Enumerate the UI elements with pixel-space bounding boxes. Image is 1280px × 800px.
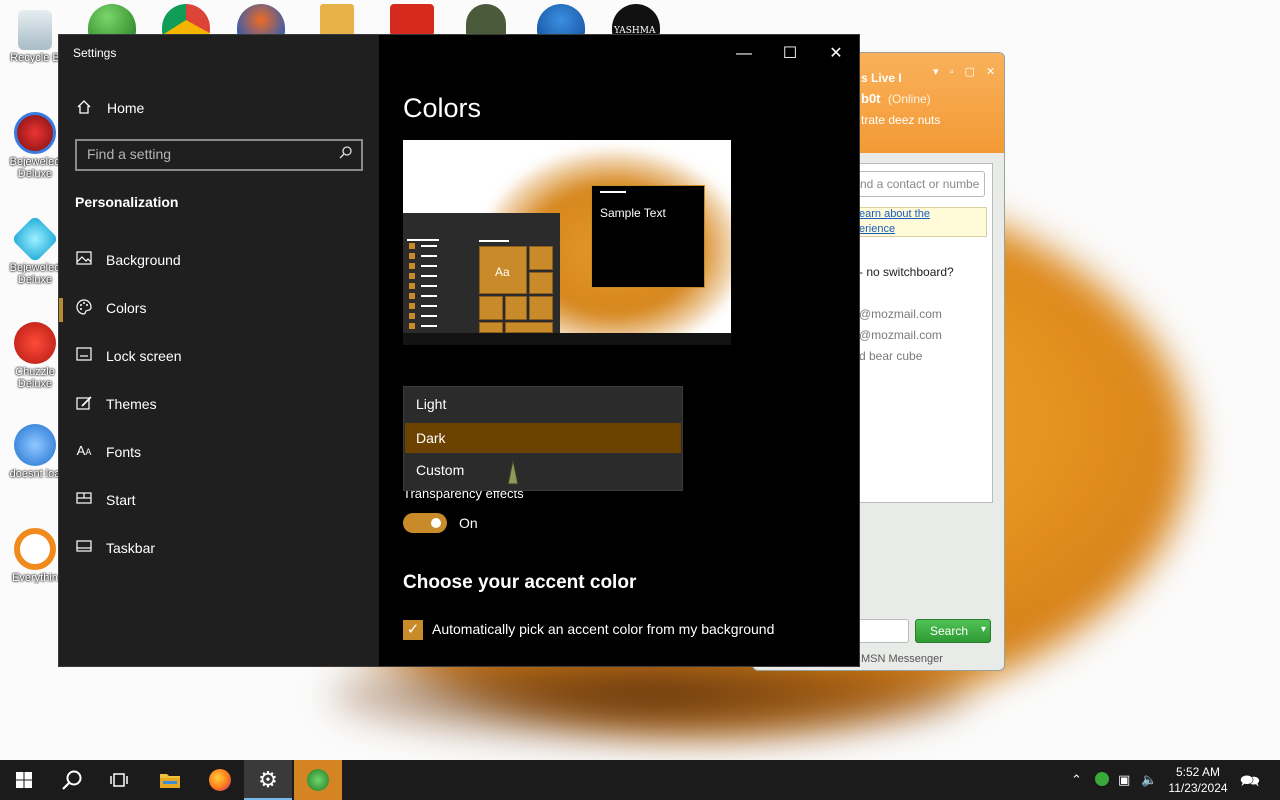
msn-taskbar-icon[interactable]: [294, 760, 342, 800]
search-icon[interactable]: [339, 145, 353, 162]
msn-find-contact-input[interactable]: nd a contact or numbe: [853, 171, 985, 197]
msn-status[interactable]: (Online): [888, 92, 931, 106]
msn-learn-link-2[interactable]: erience: [859, 223, 895, 235]
chevron-down-icon[interactable]: ▾: [981, 624, 986, 635]
fonts-icon: AA: [76, 443, 92, 458]
lock-screen-icon: [75, 347, 93, 365]
nav-start[interactable]: Start: [59, 480, 379, 520]
start-button[interactable]: [0, 760, 48, 800]
settings-content: Colors Aa Sample Text Transparency effec…: [379, 35, 859, 666]
msn-username[interactable]: b0t: [861, 91, 881, 106]
msn-learn-link[interactable]: earn about the: [859, 208, 930, 220]
settings-taskbar-icon[interactable]: ⚙: [244, 760, 292, 800]
accent-color-heading: Choose your accent color: [403, 572, 637, 593]
dropdown-option-dark[interactable]: Dark: [405, 423, 681, 453]
msn-contact-item[interactable]: - no switchboard?: [859, 265, 954, 279]
transparency-state: On: [459, 515, 478, 531]
taskbar: ⚙ ⌃ ▣ 🔈 5:52 AM 11/23/2024 🗪: [0, 760, 1280, 800]
color-mode-dropdown[interactable]: Light Dark Custom: [403, 386, 683, 491]
nav-fonts[interactable]: AA Fonts: [59, 432, 379, 472]
thunderbird-icon: [14, 424, 56, 466]
msn-people-icon: [307, 769, 329, 791]
volume-icon[interactable]: 🔈: [1141, 772, 1157, 788]
auto-accent-label[interactable]: Automatically pick an accent color from …: [432, 621, 774, 637]
thunderbird-icon[interactable]: [537, 4, 585, 36]
msn-footer: MSN Messenger: [861, 653, 943, 665]
preview-start-menu: Aa: [403, 213, 560, 333]
clock-time: 5:52 AM: [1175, 765, 1221, 779]
msn-title: s Live I: [861, 71, 902, 85]
preview-window: Sample Text: [591, 185, 705, 288]
bejeweled-gem-icon: [11, 215, 59, 263]
dropdown-option-custom[interactable]: Custom: [405, 455, 681, 485]
toggle-knob: [431, 518, 441, 528]
mouse-cursor-icon: [507, 459, 519, 485]
dropdown-option-light[interactable]: Light: [405, 389, 681, 419]
network-icon[interactable]: ▣: [1118, 772, 1130, 788]
notification-icon[interactable]: 🗪: [1240, 770, 1260, 797]
color-preview: Aa Sample Text: [403, 140, 731, 333]
window-title: Settings: [73, 46, 117, 60]
find-setting-input[interactable]: Find a setting: [75, 139, 363, 171]
everything-search-icon: [14, 528, 56, 570]
home-icon: [75, 99, 93, 117]
msn-contact-item[interactable]: @mozmail.com: [859, 328, 942, 342]
app-icon[interactable]: [320, 4, 354, 36]
browser-icon[interactable]: [237, 4, 285, 36]
chrome-icon[interactable]: [162, 4, 210, 36]
taskbar-icon: [75, 539, 93, 557]
section-title: Personalization: [75, 194, 179, 210]
yashma-icon[interactable]: YASHMA: [612, 4, 660, 36]
search-button[interactable]: [48, 760, 96, 800]
file-explorer-icon[interactable]: [146, 760, 194, 800]
msn-people-icon[interactable]: [88, 4, 136, 36]
msn-window-controls[interactable]: ▾ ▫ ▢ ✕: [933, 65, 999, 78]
palette-icon: [75, 299, 93, 317]
msn-contact-item[interactable]: d bear cube: [859, 349, 922, 363]
preview-sample-text: Sample Text: [600, 206, 666, 220]
start-icon: [75, 491, 93, 509]
settings-sidebar: Settings Home Find a setting Personaliza…: [59, 35, 379, 666]
settings-window: Settings Home Find a setting Personaliza…: [58, 34, 860, 667]
nav-background[interactable]: Background: [59, 240, 379, 280]
nav-colors[interactable]: Colors: [59, 288, 379, 328]
gear-icon: ⚙: [258, 767, 278, 792]
game-icon[interactable]: [466, 4, 506, 36]
nav-themes[interactable]: Themes: [59, 384, 379, 424]
page-title: Colors: [403, 93, 482, 123]
nav-home[interactable]: Home: [59, 88, 379, 128]
nav-taskbar[interactable]: Taskbar: [59, 528, 379, 568]
image-icon: [75, 251, 93, 269]
brush-icon: [75, 395, 93, 413]
auto-accent-checkbox[interactable]: ✓: [403, 620, 423, 640]
msn-contact-item[interactable]: @mozmail.com: [859, 307, 942, 321]
bejeweled-icon: [14, 112, 56, 154]
chuzzle-icon: [14, 322, 56, 364]
clock[interactable]: 5:52 AM 11/23/2024: [1160, 764, 1236, 796]
transparency-toggle[interactable]: [403, 513, 447, 533]
firefox-icon[interactable]: [196, 760, 244, 800]
msn-tray-icon[interactable]: [1095, 772, 1109, 789]
msn-search-input[interactable]: [857, 619, 909, 643]
flash-icon[interactable]: [390, 4, 434, 36]
task-view-button[interactable]: [96, 760, 144, 800]
nav-lock-screen[interactable]: Lock screen: [59, 336, 379, 376]
msn-personal-message[interactable]: trate deez nuts: [861, 113, 940, 127]
show-hidden-icons[interactable]: ⌃: [1071, 772, 1082, 788]
recycle-bin-icon: [18, 10, 52, 50]
msn-search-button[interactable]: Search ▾: [915, 619, 991, 643]
clock-date: 11/23/2024: [1168, 781, 1228, 795]
